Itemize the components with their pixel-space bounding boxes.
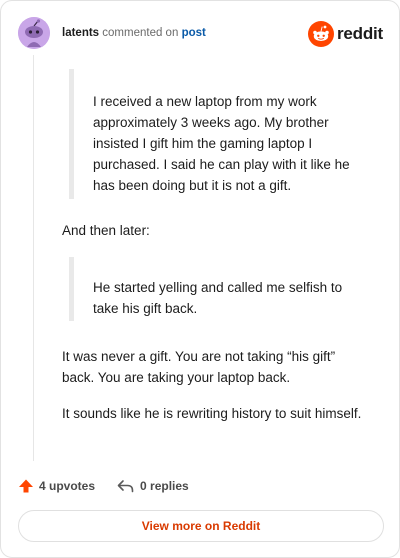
upvote-button[interactable]: 4 upvotes [18, 478, 95, 494]
replies-count: 0 replies [140, 479, 189, 493]
quote-2-text: He started yelling and called me selfish… [93, 280, 343, 316]
comment-actions: 4 upvotes 0 replies [18, 475, 189, 497]
comment-embed-card: latents commented on post reddit I recei… [0, 0, 400, 558]
reply-arrow-icon [117, 480, 134, 493]
thread-line [33, 55, 34, 461]
comment-header: latents commented on post reddit [18, 17, 383, 51]
reddit-logo-icon [307, 21, 334, 47]
quote-1-text: I received a new laptop from my work app… [93, 94, 350, 193]
reddit-brand[interactable]: reddit [307, 21, 383, 47]
reddit-wordmark: reddit [336, 24, 383, 43]
and-then-later-text: And then later: [62, 223, 150, 238]
user-avatar[interactable] [18, 17, 50, 49]
replies-button[interactable]: 0 replies [117, 479, 189, 493]
commented-on-text: commented on [102, 27, 179, 39]
view-more-on-reddit-button[interactable]: View more on Reddit [18, 510, 384, 542]
comment-body: I received a new laptop from my work app… [62, 69, 362, 424]
snoo-avatar-icon [18, 17, 50, 49]
blockquote-1: I received a new laptop from my work app… [69, 69, 362, 199]
comment-paragraph-2: It sounds like he is rewriting history t… [62, 406, 362, 421]
author-name[interactable]: latents [62, 27, 99, 39]
upvotes-count: 4 upvotes [39, 479, 96, 493]
post-link[interactable]: post [182, 27, 206, 39]
comment-meta: latents commented on post [62, 26, 206, 41]
blockquote-2: He started yelling and called me selfish… [69, 257, 362, 321]
comment-paragraph-1: It was never a gift. You are not taking … [62, 349, 336, 385]
upvote-arrow-icon [19, 479, 33, 493]
